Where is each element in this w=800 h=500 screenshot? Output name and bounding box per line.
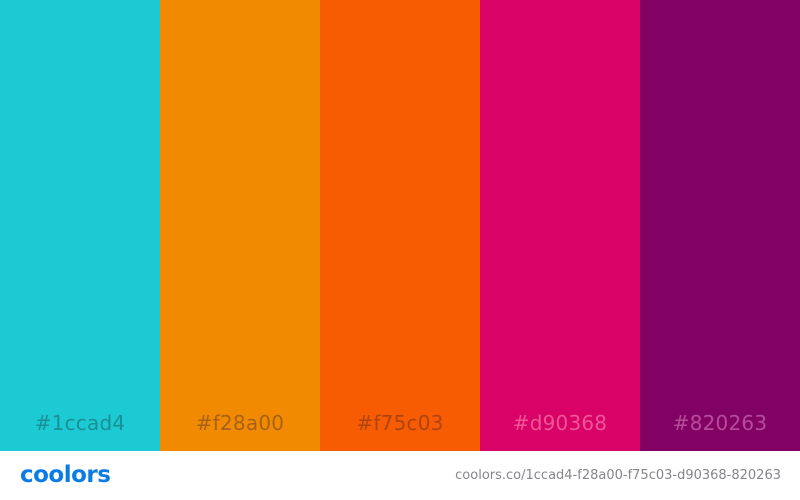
footer: coolors coolors.co/1ccad4-f28a00-f75c03-…: [0, 451, 800, 500]
color-palette: #1ccad4 #f28a00 #f75c03 #d90368 #820263: [0, 0, 800, 451]
palette-url[interactable]: coolors.co/1ccad4-f28a00-f75c03-d90368-8…: [455, 467, 781, 485]
swatch-hex-label: #f75c03: [356, 411, 444, 435]
swatch-2[interactable]: #f28a00: [160, 0, 320, 451]
swatch-5[interactable]: #820263: [640, 0, 800, 451]
coolors-logo[interactable]: coolors: [20, 460, 111, 490]
swatch-hex-label: #1ccad4: [34, 411, 126, 435]
swatch-1[interactable]: #1ccad4: [0, 0, 160, 451]
swatch-hex-label: #d90368: [512, 411, 608, 435]
swatch-4[interactable]: #d90368: [480, 0, 640, 451]
swatch-hex-label: #820263: [672, 411, 768, 435]
swatch-3[interactable]: #f75c03: [320, 0, 480, 451]
swatch-hex-label: #f28a00: [195, 411, 285, 435]
